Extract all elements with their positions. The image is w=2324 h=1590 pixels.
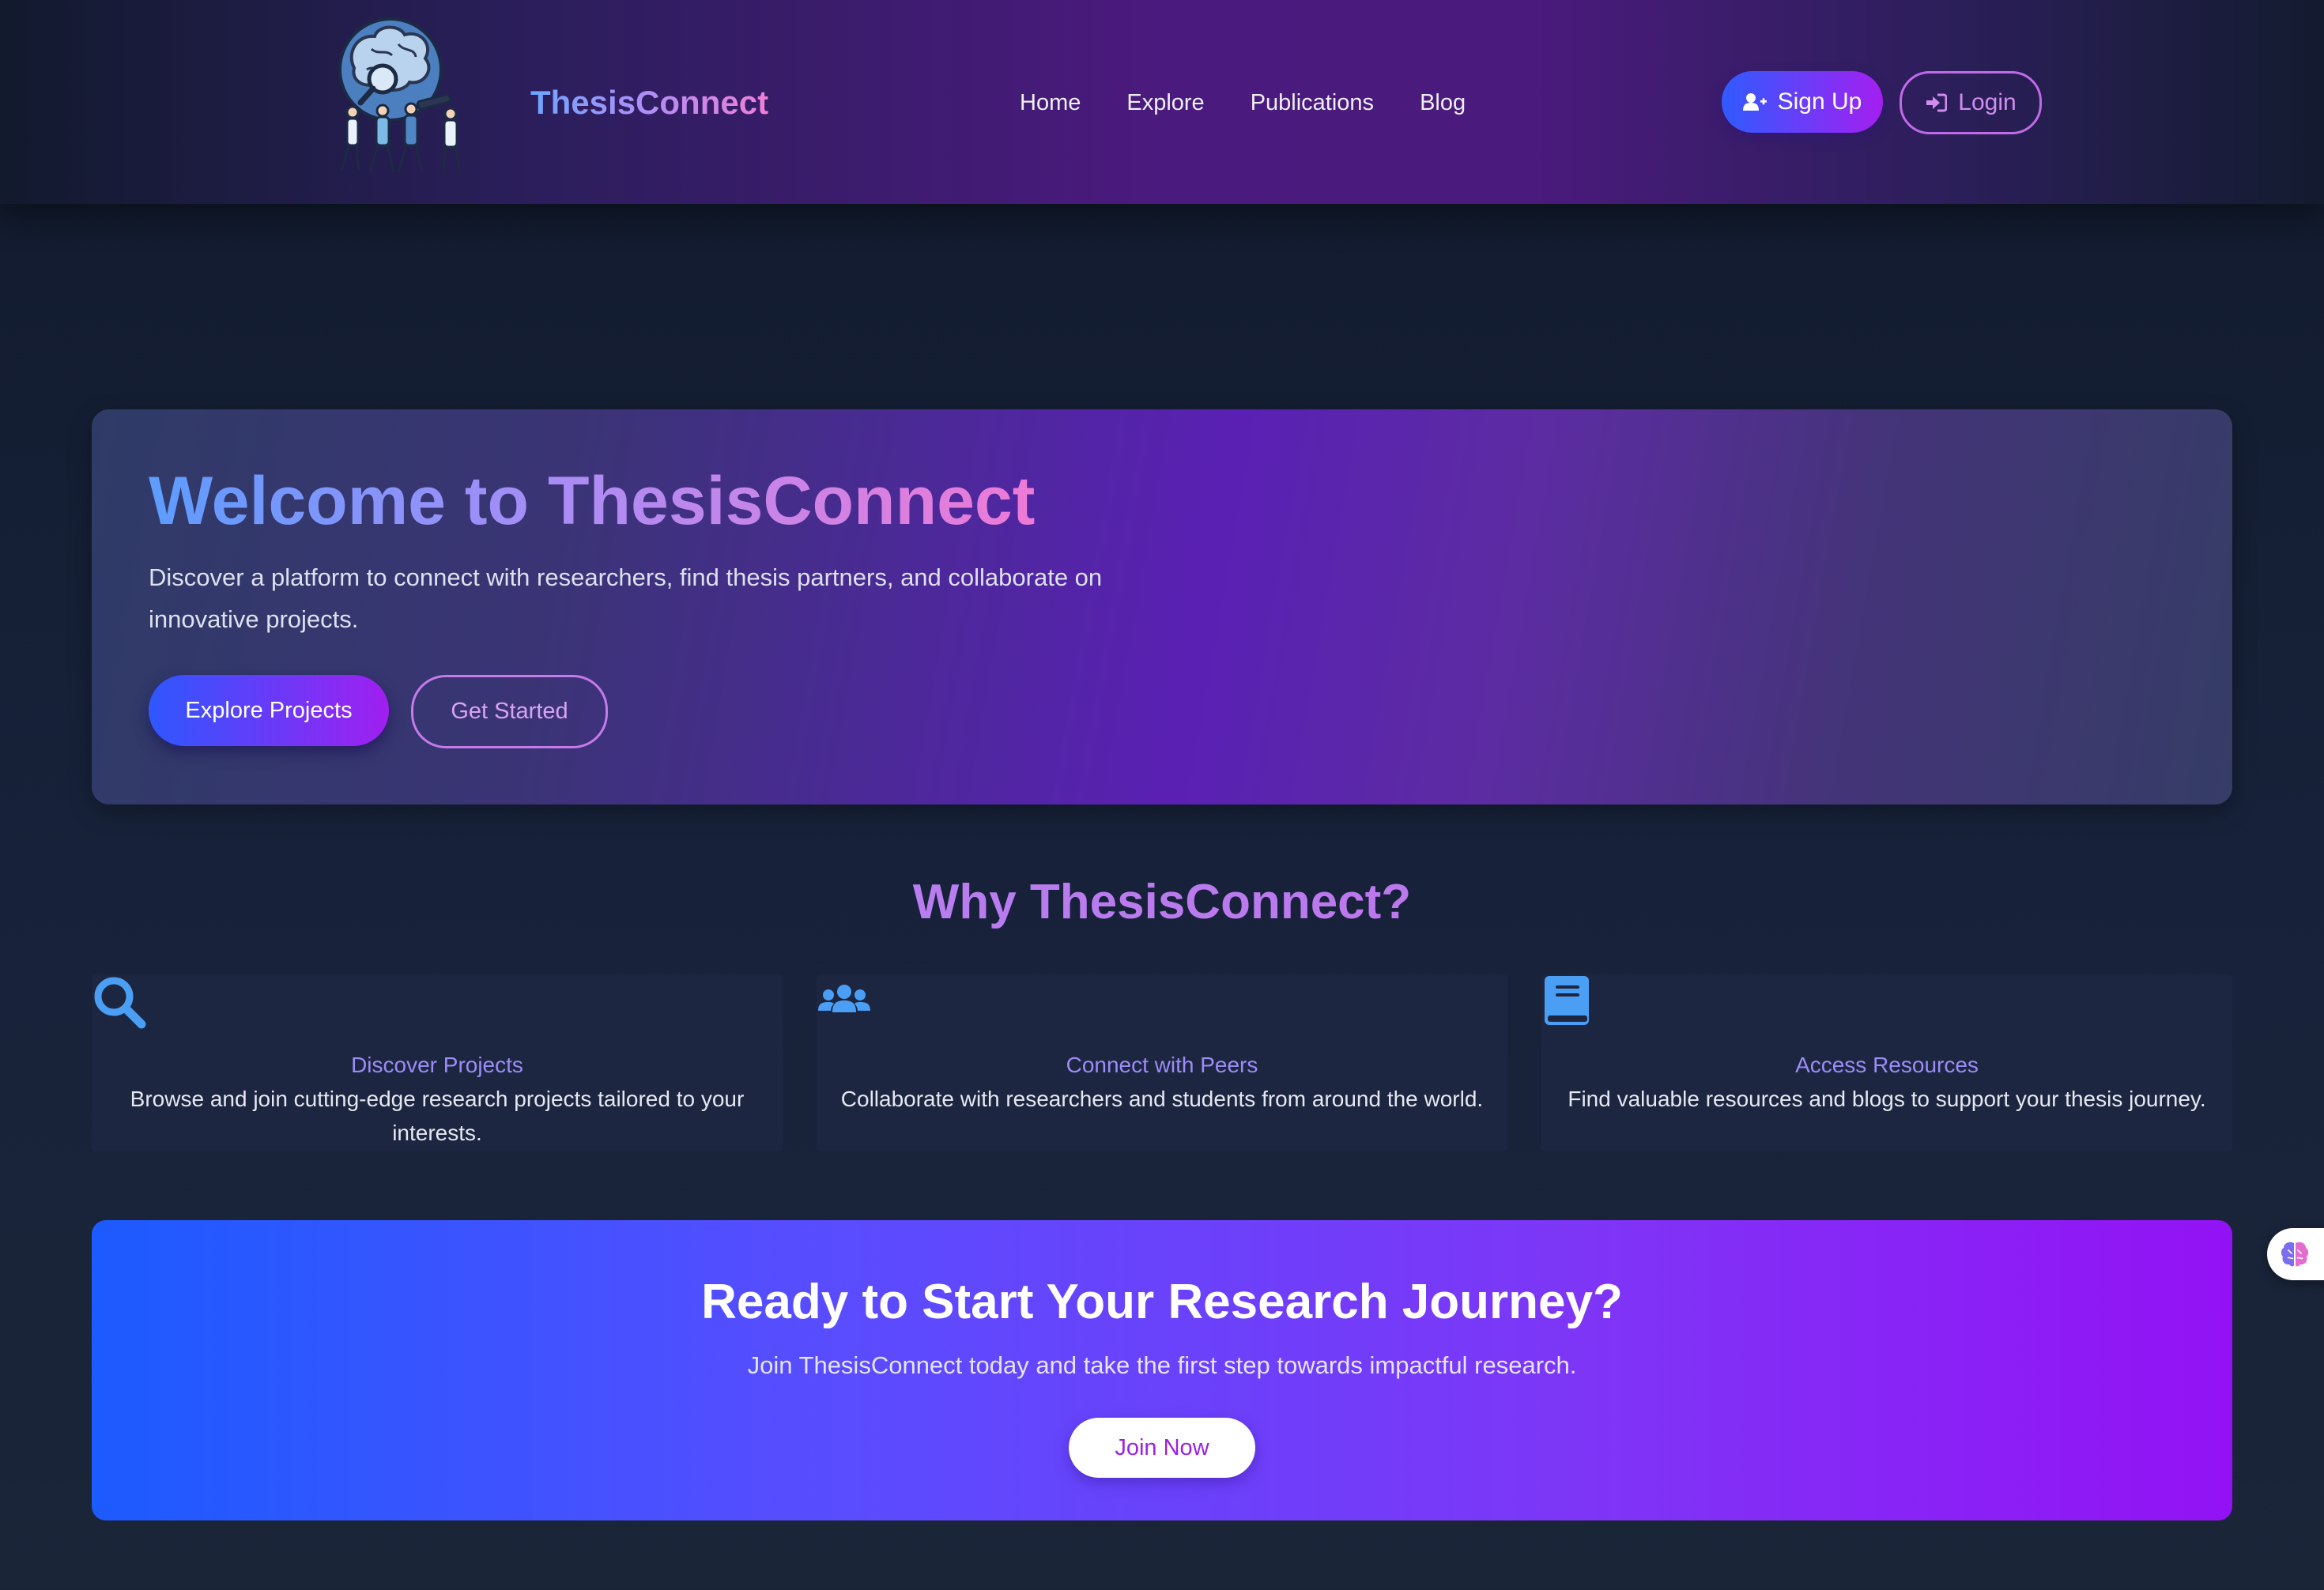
hero-section: Welcome to ThesisConnect Discover a plat… (92, 409, 2232, 804)
cta-section: Ready to Start Your Research Journey? Jo… (92, 1220, 2232, 1520)
feature-title: Discover Projects (351, 1053, 523, 1077)
signup-button[interactable]: Sign Up (1722, 71, 1883, 133)
nav-publications[interactable]: Publications (1251, 85, 1374, 120)
cta-title: Ready to Start Your Research Journey? (701, 1275, 1623, 1329)
feature-card-connect: Connect with Peers Collaborate with rese… (817, 974, 1507, 1151)
feature-title: Access Resources (1795, 1053, 1979, 1077)
feature-description: Browse and join cutting-edge research pr… (130, 1087, 745, 1145)
users-icon (818, 985, 870, 1012)
sign-in-icon (1926, 93, 1948, 112)
user-plus-icon (1742, 93, 1767, 111)
hero-title: Welcome to ThesisConnect (149, 463, 1036, 539)
explore-projects-button[interactable]: Explore Projects (149, 675, 389, 746)
brand-name[interactable]: ThesisConnect (530, 79, 768, 126)
brain-icon (2281, 1241, 2309, 1267)
book-icon (1545, 976, 1589, 1025)
logo-illustration[interactable] (323, 13, 487, 180)
login-label: Login (1958, 89, 2017, 115)
nav-blog[interactable]: Blog (1420, 85, 1466, 120)
floating-assistant-button[interactable] (2267, 1228, 2324, 1280)
join-now-button[interactable]: Join Now (1069, 1418, 1255, 1478)
feature-title: Connect with Peers (1066, 1053, 1258, 1077)
hero-description: Discover a platform to connect with rese… (149, 563, 1103, 633)
signup-label: Sign Up (1777, 89, 1862, 115)
login-button[interactable]: Login (1900, 71, 2042, 134)
cta-description: Join ThesisConnect today and take the fi… (747, 1351, 1577, 1379)
why-section-title: Why ThesisConnect? (0, 869, 2324, 936)
feature-description: Collaborate with researchers and student… (840, 1087, 1484, 1111)
nav-explore[interactable]: Explore (1126, 85, 1204, 120)
feature-card-resources: Access Resources Find valuable resources… (1541, 974, 2232, 1151)
feature-card-discover: Discover Projects Browse and join cuttin… (92, 974, 783, 1151)
navbar: ThesisConnect Home Explore Publications … (0, 0, 2324, 204)
search-icon (94, 977, 146, 1029)
feature-description: Find valuable resources and blogs to sup… (1568, 1087, 2206, 1111)
nav-home[interactable]: Home (1020, 85, 1081, 120)
main-nav: Home Explore Publications Blog (1020, 85, 1466, 120)
get-started-button[interactable]: Get Started (411, 675, 608, 748)
